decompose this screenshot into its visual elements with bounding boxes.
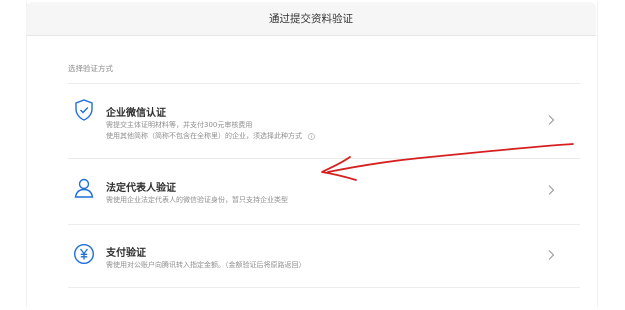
chevron-right-icon [548, 115, 555, 125]
chevron-right-icon [548, 250, 555, 260]
option-desc: 需提交主体证明材料等，并支付300元审核费用 [106, 121, 253, 129]
info-icon[interactable] [308, 132, 316, 140]
option-title: 法定代表人验证 [106, 183, 176, 194]
option-desc-2: 使用其他简称（简称不包含在全称里）的企业，须选择此种方式 [106, 131, 316, 142]
option-enterprise-wechat[interactable]: 企业微信认证 需提交主体证明材料等，并支付300元审核费用 使用其他简称（简称不… [68, 84, 580, 158]
option-desc-text: 使用其他简称（简称不包含在全称里）的企业，须选择此种方式 [106, 132, 302, 140]
card-header: 通过提交资料验证 [26, 2, 596, 36]
option-legal-representative[interactable]: 法定代表人验证 需使用企业法定代表人的微信验证身份，暂只支持企业类型 [68, 159, 580, 224]
page-title: 通过提交资料验证 [269, 13, 353, 25]
yuan-icon [73, 243, 95, 265]
divider [68, 287, 580, 288]
shield-check-icon [75, 99, 93, 121]
option-desc: 需使用对公账户向腾讯转入指定金额。（金额验证后将原路返回） [106, 261, 306, 269]
option-desc: 需使用企业法定代表人的微信验证身份，暂只支持企业类型 [106, 196, 288, 204]
option-title: 企业微信认证 [106, 108, 166, 119]
chevron-right-icon [548, 185, 555, 195]
option-title: 支付验证 [106, 248, 146, 259]
section-label: 选择验证方式 [68, 64, 113, 73]
option-payment[interactable]: 支付验证 需使用对公账户向腾讯转入指定金额。（金额验证后将原路返回） [68, 225, 580, 287]
person-icon [74, 178, 94, 198]
